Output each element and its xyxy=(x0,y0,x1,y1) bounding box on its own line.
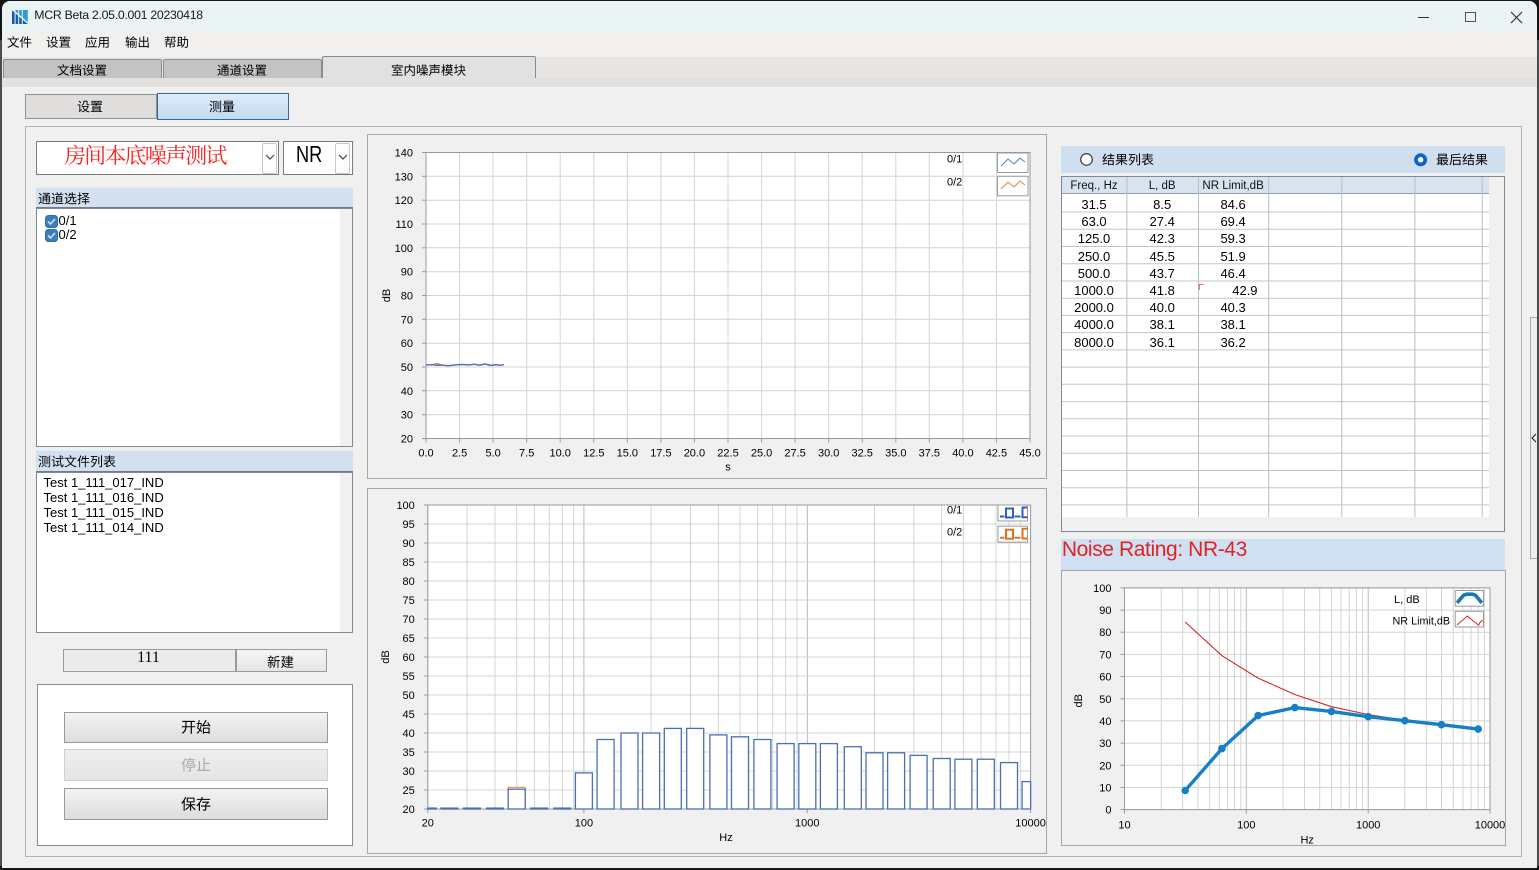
svg-text:0.0: 0.0 xyxy=(418,448,433,460)
svg-text:75: 75 xyxy=(402,595,414,607)
svg-text:12.5: 12.5 xyxy=(583,448,604,460)
svg-text:22.5: 22.5 xyxy=(717,448,738,460)
svg-text:100: 100 xyxy=(574,818,592,830)
svg-text:130: 130 xyxy=(394,171,412,183)
svg-text:50: 50 xyxy=(402,690,414,702)
svg-text:20.0: 20.0 xyxy=(683,448,704,460)
svg-text:dB: dB xyxy=(1073,694,1085,707)
svg-text:70: 70 xyxy=(1099,649,1111,661)
svg-text:120: 120 xyxy=(394,195,412,207)
svg-text:100: 100 xyxy=(1237,820,1255,832)
svg-text:70: 70 xyxy=(402,614,414,626)
svg-text:90: 90 xyxy=(400,267,412,279)
svg-text:s: s xyxy=(725,462,731,474)
svg-text:dB: dB xyxy=(381,289,393,302)
svg-text:30: 30 xyxy=(400,410,412,422)
svg-text:40: 40 xyxy=(400,386,412,398)
svg-text:17.5: 17.5 xyxy=(650,448,671,460)
svg-text:90: 90 xyxy=(1099,605,1111,617)
svg-text:2.5: 2.5 xyxy=(451,448,466,460)
svg-text:45: 45 xyxy=(402,709,414,721)
svg-text:35: 35 xyxy=(402,747,414,759)
svg-text:60: 60 xyxy=(402,652,414,664)
svg-text:20: 20 xyxy=(402,804,414,816)
svg-text:0/2: 0/2 xyxy=(947,527,962,539)
svg-text:5.0: 5.0 xyxy=(485,448,500,460)
svg-text:10.0: 10.0 xyxy=(549,448,570,460)
svg-text:40.0: 40.0 xyxy=(952,448,973,460)
svg-text:140: 140 xyxy=(394,148,412,160)
svg-text:20: 20 xyxy=(421,818,433,830)
svg-text:dB: dB xyxy=(380,650,392,663)
svg-text:80: 80 xyxy=(402,576,414,588)
svg-text:65: 65 xyxy=(402,633,414,645)
svg-text:80: 80 xyxy=(400,291,412,303)
svg-text:25.0: 25.0 xyxy=(750,448,771,460)
svg-text:20: 20 xyxy=(1099,760,1111,772)
svg-text:45.0: 45.0 xyxy=(1019,448,1040,460)
svg-text:Hz: Hz xyxy=(719,832,732,844)
svg-text:95: 95 xyxy=(402,519,414,531)
svg-text:110: 110 xyxy=(395,219,413,231)
svg-text:30: 30 xyxy=(402,766,414,778)
svg-text:90: 90 xyxy=(402,538,414,550)
svg-text:7.5: 7.5 xyxy=(519,448,534,460)
svg-text:1000: 1000 xyxy=(1355,820,1379,832)
svg-text:37.5: 37.5 xyxy=(918,448,939,460)
svg-text:10: 10 xyxy=(1099,782,1111,794)
svg-text:100: 100 xyxy=(396,500,414,512)
svg-text:30: 30 xyxy=(1099,738,1111,750)
svg-text:50: 50 xyxy=(1099,694,1111,706)
svg-text:0/1: 0/1 xyxy=(947,505,962,517)
svg-text:100: 100 xyxy=(394,243,412,255)
svg-text:100: 100 xyxy=(1093,583,1111,595)
svg-text:1000: 1000 xyxy=(795,818,819,830)
svg-text:40: 40 xyxy=(1099,716,1111,728)
svg-text:27.5: 27.5 xyxy=(784,448,805,460)
svg-text:Hz: Hz xyxy=(1300,835,1313,845)
svg-text:25: 25 xyxy=(402,785,414,797)
svg-text:10: 10 xyxy=(1118,820,1130,832)
svg-text:L, dB: L, dB xyxy=(1394,594,1420,606)
svg-text:70: 70 xyxy=(400,314,412,326)
svg-text:40: 40 xyxy=(402,728,414,740)
svg-text:35.0: 35.0 xyxy=(885,448,906,460)
svg-text:10000: 10000 xyxy=(1474,820,1504,832)
svg-text:NR Limit,dB: NR Limit,dB xyxy=(1392,616,1450,628)
svg-text:50: 50 xyxy=(400,362,412,374)
svg-text:30.0: 30.0 xyxy=(817,448,838,460)
svg-text:80: 80 xyxy=(1099,627,1111,639)
svg-text:0: 0 xyxy=(1105,805,1111,817)
svg-text:60: 60 xyxy=(1099,672,1111,684)
svg-text:32.5: 32.5 xyxy=(851,448,872,460)
svg-text:0/2: 0/2 xyxy=(947,177,962,189)
svg-text:55: 55 xyxy=(402,671,414,683)
svg-text:0/1: 0/1 xyxy=(947,154,962,166)
svg-text:42.5: 42.5 xyxy=(985,448,1006,460)
svg-text:85: 85 xyxy=(402,557,414,569)
svg-text:10000: 10000 xyxy=(1015,818,1046,830)
svg-text:15.0: 15.0 xyxy=(616,448,637,460)
svg-text:60: 60 xyxy=(400,338,412,350)
svg-text:20: 20 xyxy=(400,434,412,446)
